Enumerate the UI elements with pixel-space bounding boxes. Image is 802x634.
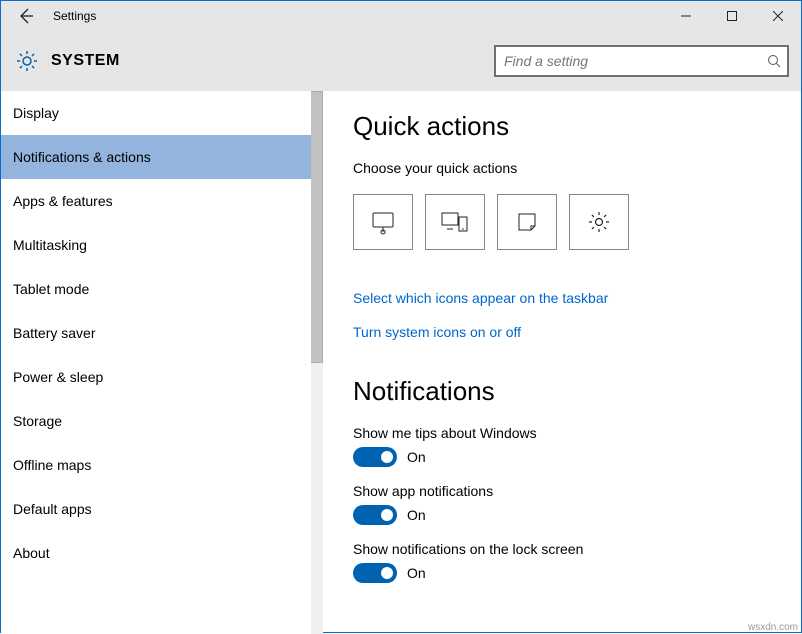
minimize-button[interactable] [663, 1, 709, 31]
maximize-button[interactable] [709, 1, 755, 31]
notif-item-app: Show app notifications On [353, 483, 801, 525]
qa-tile-settings[interactable] [569, 194, 629, 250]
system-heading: SYSTEM [51, 52, 120, 70]
sidebar-item-maps[interactable]: Offline maps [1, 443, 311, 487]
toggle-state: On [407, 507, 426, 523]
watermark: wsxdn.com [748, 622, 798, 633]
sidebar-item-power[interactable]: Power & sleep [1, 355, 311, 399]
qa-tile-tablet-mode[interactable] [353, 194, 413, 250]
toggle-state: On [407, 565, 426, 581]
sidebar: Display Notifications & actions Apps & f… [1, 91, 311, 634]
toggle-state: On [407, 449, 426, 465]
system-gear-icon [13, 47, 41, 75]
toggle-app-notif[interactable] [353, 505, 397, 525]
window-title: Settings [49, 9, 96, 23]
sidebar-item-notifications[interactable]: Notifications & actions [1, 135, 311, 179]
search-icon [767, 54, 781, 68]
note-icon [516, 211, 538, 233]
close-icon [773, 11, 783, 21]
sidebar-item-storage[interactable]: Storage [1, 399, 311, 443]
quick-actions-subhead: Choose your quick actions [353, 160, 801, 176]
minimize-icon [681, 11, 691, 21]
qa-tile-note[interactable] [497, 194, 557, 250]
quick-actions-heading: Quick actions [353, 111, 801, 142]
header: SYSTEM [1, 31, 801, 91]
back-arrow-icon [16, 7, 34, 25]
sidebar-item-apps[interactable]: Apps & features [1, 179, 311, 223]
close-button[interactable] [755, 1, 801, 31]
scrollbar-thumb[interactable] [311, 91, 323, 363]
maximize-icon [727, 11, 737, 21]
quick-action-tiles [353, 194, 801, 250]
notif-item-tips: Show me tips about Windows On [353, 425, 801, 467]
toggle-lock-notif[interactable] [353, 563, 397, 583]
notif-label: Show me tips about Windows [353, 425, 801, 441]
sidebar-item-about[interactable]: About [1, 531, 311, 575]
qa-tile-connect[interactable] [425, 194, 485, 250]
link-taskbar-icons[interactable]: Select which icons appear on the taskbar [353, 290, 801, 306]
notif-label: Show app notifications [353, 483, 801, 499]
toggle-tips[interactable] [353, 447, 397, 467]
sidebar-item-defaultapps[interactable]: Default apps [1, 487, 311, 531]
connect-icon [441, 211, 469, 233]
link-system-icons[interactable]: Turn system icons on or off [353, 324, 801, 340]
back-button[interactable] [1, 1, 49, 31]
titlebar: Settings [1, 1, 801, 31]
sidebar-item-battery[interactable]: Battery saver [1, 311, 311, 355]
content: Quick actions Choose your quick actions … [323, 91, 801, 634]
notif-label: Show notifications on the lock screen [353, 541, 801, 557]
notifications-heading: Notifications [353, 376, 801, 407]
search-input[interactable] [494, 45, 789, 77]
notif-item-lock: Show notifications on the lock screen On [353, 541, 801, 583]
sidebar-item-multitasking[interactable]: Multitasking [1, 223, 311, 267]
tablet-mode-icon [370, 209, 396, 235]
sidebar-scrollbar[interactable] [311, 91, 323, 634]
sidebar-item-tablet[interactable]: Tablet mode [1, 267, 311, 311]
settings-icon [587, 210, 611, 234]
sidebar-item-display[interactable]: Display [1, 91, 311, 135]
